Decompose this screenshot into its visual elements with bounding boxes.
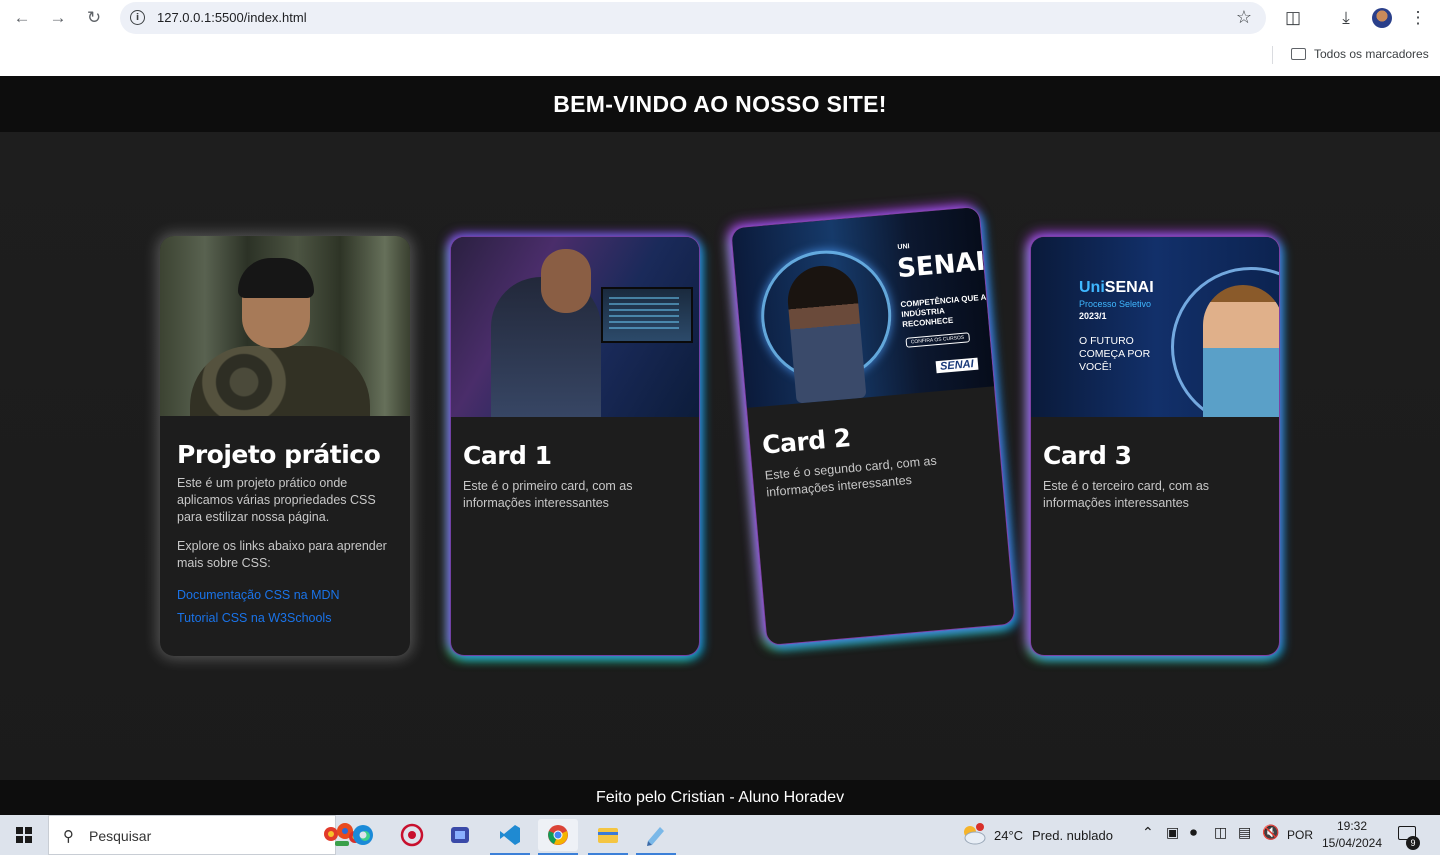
taskbar-search[interactable]: ⚲ Pesquisar — [48, 815, 361, 855]
link-w3schools[interactable]: Tutorial CSS na W3Schools — [177, 611, 331, 625]
network-icon[interactable]: ▤ — [1238, 825, 1251, 841]
card-text: Este é o primeiro card, com as informaçõ… — [463, 479, 633, 510]
search-label: Pesquisar — [89, 828, 152, 844]
url-text[interactable]: 127.0.0.1:5500/index.html — [157, 10, 307, 25]
microphone-icon[interactable]: ⏺ — [1190, 825, 1197, 841]
card-text-secondary: Explore os links abaixo para aprender ma… — [177, 539, 387, 570]
unisenai-slogan: O FUTURO COMEÇA POR VOCÊ! — [1079, 335, 1151, 373]
weather-temp[interactable]: 24°C — [994, 815, 1023, 855]
card-text: Este é um projeto prático onde aplicamos… — [177, 476, 376, 524]
unisenai-brand: UniSENAI — [1079, 279, 1154, 296]
forward-icon[interactable]: → — [46, 6, 70, 30]
card-image-unisenai: UniSENAI Processo Seletivo 2023/1 O FUTU… — [1031, 237, 1279, 417]
senai-brand-text: SENAI — [896, 246, 987, 285]
site-title: BEM-VINDO AO NOSSO SITE! — [553, 90, 887, 117]
card-title: Projeto prático — [177, 440, 381, 469]
unisenai-subtitle: Processo Seletivo — [1079, 299, 1152, 309]
extensions-icon[interactable]: ◫ — [1281, 6, 1305, 30]
card-image-soldier — [160, 236, 410, 416]
card-title: Card 1 — [463, 441, 552, 470]
language-indicator[interactable]: POR — [1287, 815, 1313, 855]
windows-start-icon[interactable] — [16, 827, 32, 843]
clock-time: 19:32 — [1336, 819, 1368, 833]
profile-avatar[interactable] — [1372, 8, 1392, 28]
reload-icon[interactable]: ↻ — [82, 6, 106, 30]
senai-logo: SENAI — [935, 357, 979, 374]
card-image-coder — [451, 237, 699, 417]
bookmark-separator — [1272, 46, 1273, 64]
remote-app-icon[interactable] — [440, 819, 480, 851]
link-mdn[interactable]: Documentação CSS na MDN — [177, 588, 340, 602]
display-icon[interactable]: ◫ — [1214, 825, 1227, 841]
notes-app-icon[interactable] — [636, 819, 676, 855]
card-title: Card 2 — [760, 423, 852, 460]
volume-muted-icon[interactable]: 🔇 — [1262, 825, 1279, 841]
back-icon[interactable]: ← — [10, 6, 34, 30]
senai-uni-text: UNI — [897, 243, 910, 252]
weather-desc[interactable]: Pred. nublado — [1032, 815, 1113, 855]
folder-icon[interactable] — [1291, 48, 1306, 60]
bookmark-star-icon[interactable]: ☆ — [1236, 7, 1252, 28]
card-2: UNI SENAI COMPETÊNCIA QUE A INDÚSTRIA RE… — [730, 205, 1016, 647]
menu-icon[interactable]: ⋮ — [1406, 6, 1430, 30]
page: BEM-VINDO AO NOSSO SITE! Projeto prático… — [0, 76, 1440, 815]
senai-tagline: COMPETÊNCIA QUE A INDÚSTRIA RECONHECE — [900, 292, 987, 330]
card-1: Card 1 Este é o primeiro card, com as in… — [450, 236, 700, 656]
browser-chrome: ← → ↻ i 127.0.0.1:5500/index.html ☆ ◫ ⤓ … — [0, 0, 1440, 76]
notification-badge: 9 — [1406, 836, 1420, 850]
chrome-icon[interactable] — [538, 819, 578, 855]
card-image-senai: UNI SENAI COMPETÊNCIA QUE A INDÚSTRIA RE… — [731, 206, 996, 408]
search-icon: ⚲ — [63, 827, 74, 845]
vscode-icon[interactable] — [490, 819, 530, 855]
card-text: Este é o terceiro card, com as informaçõ… — [1043, 479, 1210, 510]
site-footer: Feito pelo Cristian - Aluno Horadev — [0, 780, 1440, 815]
clock-date: 15/04/2024 — [1321, 836, 1383, 850]
edge-icon[interactable] — [343, 819, 383, 851]
footer-text: Feito pelo Cristian - Aluno Horadev — [595, 788, 845, 806]
card-title: Card 3 — [1043, 441, 1132, 470]
clock[interactable]: 19:32 15/04/2024 — [1320, 818, 1384, 852]
site-info-icon[interactable]: i — [130, 10, 145, 25]
weather-icon[interactable] — [960, 823, 986, 849]
site-header: BEM-VINDO AO NOSSO SITE! — [0, 76, 1440, 132]
all-bookmarks-label[interactable]: Todos os marcadores — [1314, 47, 1429, 61]
file-explorer-icon[interactable] — [588, 819, 628, 855]
meet-now-icon[interactable]: ▣ — [1166, 825, 1179, 841]
taskbar: ⚲ Pesquisar 24°C Pred. nublado ⌃ ▣ ⏺ ◫ ▤… — [0, 815, 1440, 855]
download-icon[interactable]: ⤓ — [1334, 6, 1358, 30]
address-bar[interactable]: i 127.0.0.1:5500/index.html ☆ — [120, 2, 1266, 34]
card-3: UniSENAI Processo Seletivo 2023/1 O FUTU… — [1030, 236, 1280, 656]
unisenai-year: 2023/1 — [1079, 311, 1107, 321]
chevron-up-icon[interactable]: ⌃ — [1142, 825, 1154, 841]
senai-cta: CONFIRA OS CURSOS — [905, 332, 970, 348]
card-projeto-pratico: Projeto prático Este é um projeto prátic… — [160, 236, 410, 656]
security-app-icon[interactable] — [392, 819, 432, 851]
